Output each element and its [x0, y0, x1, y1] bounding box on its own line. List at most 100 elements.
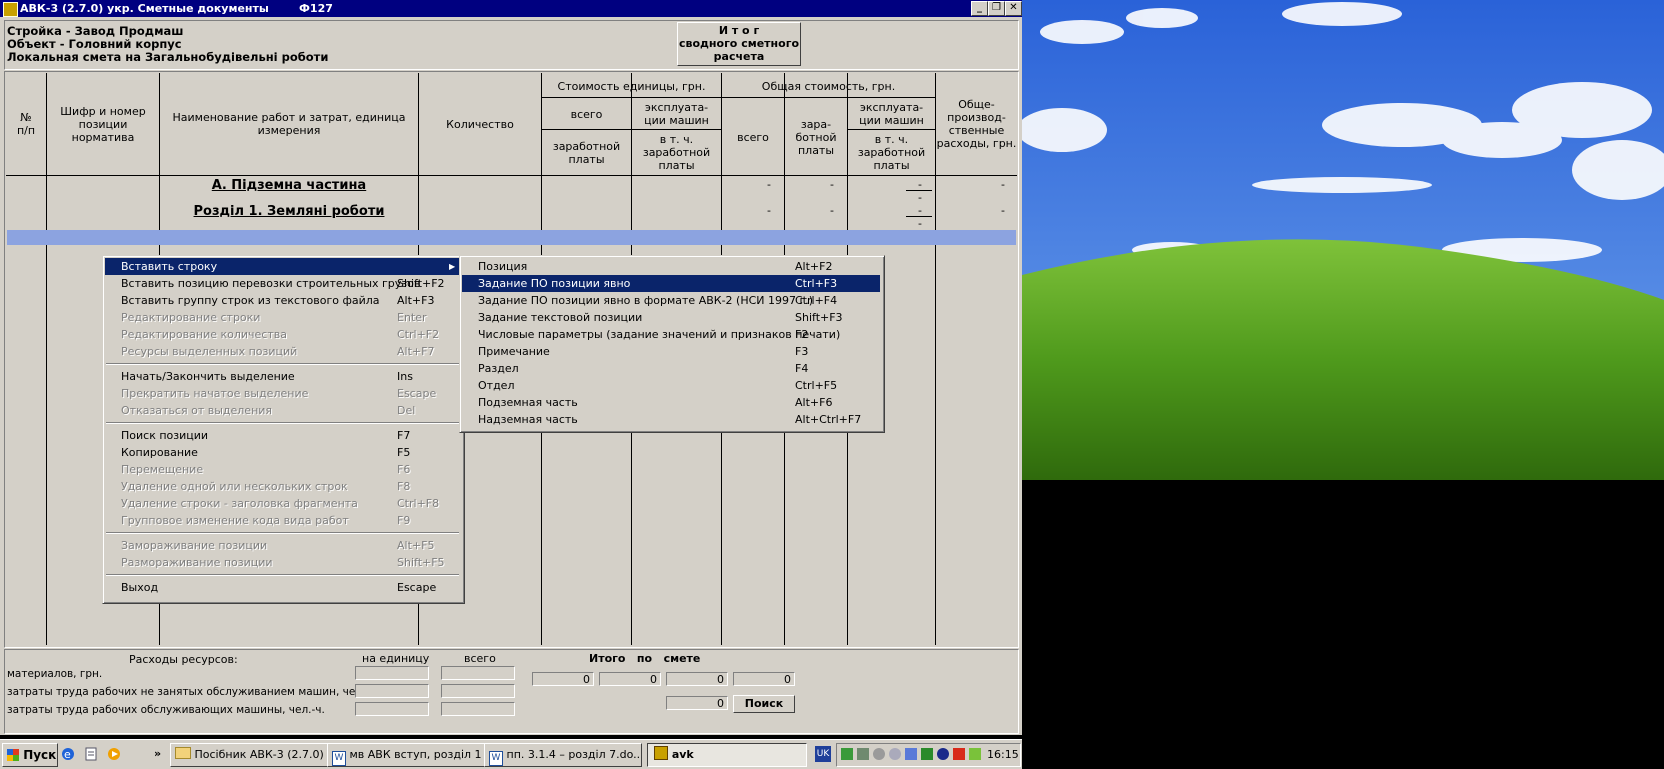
menu-item-label: Вставить позицию перевозки строительных … — [121, 277, 421, 290]
tray-icon[interactable] — [937, 748, 949, 760]
menu-item-label: Отказаться от выделения — [121, 404, 273, 417]
context-menu-item: Прекратить начатое выделение Escape — [105, 385, 460, 402]
notepad-icon[interactable] — [83, 743, 99, 765]
submenu-item[interactable]: Подземная часть Alt+F6 — [462, 394, 880, 411]
total-field-3[interactable]: 0 — [666, 672, 728, 686]
context-menu-item[interactable]: Поиск позиции F7 — [105, 427, 460, 444]
context-menu-item: Перемещение F6 — [105, 461, 460, 478]
table-row-title[interactable]: Розділ 1. Земляні роботи — [160, 204, 418, 219]
language-indicator[interactable]: UK — [815, 746, 831, 762]
menu-separator — [106, 422, 459, 424]
menu-item-shortcut: F3 — [795, 345, 809, 358]
submenu-item[interactable]: Задание ПО позиции явно Ctrl+F3 — [462, 275, 880, 292]
col-code-header: Шифр и номер позиции норматива — [60, 105, 146, 144]
menu-item-shortcut: Ctrl+F4 — [795, 294, 838, 307]
minimize-button[interactable]: _ — [971, 1, 988, 16]
menu-item-label: Выход — [121, 581, 159, 594]
context-menu-item[interactable]: Вставить строку ▶ — [105, 258, 460, 275]
menu-item-shortcut: F2 — [795, 328, 809, 341]
submenu-item[interactable]: Примечание F3 — [462, 343, 880, 360]
context-menu-item[interactable]: Вставить группу строк из текстового файл… — [105, 292, 460, 309]
taskbar: Пуск e » Посібник АВК-3 (2.7.0) W мв АВК… — [0, 739, 1022, 769]
menu-separator — [106, 574, 459, 576]
tray-icon[interactable] — [953, 748, 965, 760]
materials-unit-field[interactable] — [355, 666, 429, 680]
tray-icon[interactable] — [841, 748, 853, 760]
taskbar-item[interactable]: Посібник АВК-3 (2.7.0) — [170, 743, 328, 767]
selected-row[interactable] — [7, 230, 1016, 245]
menu-item-shortcut: Enter — [397, 311, 427, 324]
cell-dash: - — [830, 204, 834, 217]
media-player-icon[interactable] — [106, 743, 122, 765]
total-field-2[interactable]: 0 — [599, 672, 661, 686]
machine-labor-total-field[interactable] — [441, 702, 515, 716]
menu-item-shortcut: F8 — [397, 480, 411, 493]
word-document-icon: W — [489, 751, 503, 766]
itog-line2: сводного сметного — [678, 37, 800, 50]
submenu-item[interactable]: Надземная часть Alt+Ctrl+F7 — [462, 411, 880, 428]
labor-unit-field[interactable] — [355, 684, 429, 698]
submenu-item[interactable]: Позиция Alt+F2 — [462, 258, 880, 275]
context-menu-item: Редактирование строки Enter — [105, 309, 460, 326]
submenu-item[interactable]: Отдел Ctrl+F5 — [462, 377, 880, 394]
folder-icon — [175, 747, 191, 759]
menu-item-shortcut: Escape — [397, 387, 437, 400]
total-field-1[interactable]: 0 — [532, 672, 594, 686]
menu-item-shortcut: Ctrl+F5 — [795, 379, 838, 392]
title-bar: АВК-3 (2.7.0) укр. Сметные документы Ф12… — [0, 0, 1022, 17]
taskbar-item[interactable]: W пп. 3.1.4 – розділ 7.do... — [484, 743, 642, 767]
submenu-item[interactable]: Раздел F4 — [462, 360, 880, 377]
col-unit-total-header: всего — [570, 108, 603, 121]
table-row-title[interactable]: А. Підземна частина — [160, 178, 418, 193]
tray-icon[interactable] — [969, 748, 981, 760]
labor-total-field[interactable] — [441, 684, 515, 698]
col-name-header: Наименование работ и затрат, единица изме… — [172, 111, 406, 137]
tray-icon[interactable] — [873, 748, 885, 760]
machine-labor-unit-field[interactable] — [355, 702, 429, 716]
taskbar-item-label: Посібник АВК-3 (2.7.0) — [194, 748, 324, 761]
tray-icon[interactable] — [857, 748, 869, 760]
context-menu-item[interactable]: Начать/Закончить выделение Ins — [105, 368, 460, 385]
menu-item-label: Редактирование количества — [121, 328, 287, 341]
tray-icon[interactable] — [889, 748, 901, 760]
windows-flag-icon — [7, 749, 19, 761]
cell-dash: - — [1001, 178, 1005, 191]
menu-item-shortcut: Alt+F2 — [795, 260, 833, 273]
tray-icon[interactable] — [905, 748, 917, 760]
submenu-arrow-icon: ▶ — [449, 262, 456, 271]
submenu-item[interactable]: Числовые параметры (задание значений и п… — [462, 326, 880, 343]
context-menu-item[interactable]: Копирование F5 — [105, 444, 460, 461]
context-menu-item[interactable]: Выход Escape — [105, 579, 460, 596]
close-button[interactable]: ✕ — [1005, 1, 1022, 16]
submenu-item[interactable]: Задание ПО позиции явно в формате АВК-2 … — [462, 292, 880, 309]
context-menu-item: Редактирование количества Ctrl+F2 — [105, 326, 460, 343]
submenu-item[interactable]: Задание текстовой позиции Shift+F3 — [462, 309, 880, 326]
insert-row-submenu: Позиция Alt+F2 Задание ПО позиции явно Ctrl… — [459, 255, 885, 433]
materials-total-field[interactable] — [441, 666, 515, 680]
taskbar-item-active[interactable]: avk — [647, 743, 807, 767]
restore-button[interactable]: ❐ — [988, 1, 1005, 16]
menu-item-shortcut: Ins — [397, 370, 413, 383]
ie-icon[interactable]: e — [60, 743, 76, 765]
search-button[interactable]: Поиск — [733, 695, 795, 713]
start-button[interactable]: Пуск — [2, 743, 58, 767]
itog-button[interactable]: И т о г сводного сметного расчета — [677, 22, 801, 66]
cell-dash: - — [767, 178, 771, 191]
desktop-wallpaper — [1022, 0, 1664, 480]
menu-item-shortcut: Alt+F7 — [397, 345, 435, 358]
taskbar-overflow-button[interactable]: » — [154, 743, 164, 765]
menu-item-label: Редактирование строки — [121, 311, 261, 324]
context-menu-item[interactable]: Вставить позицию перевозки строительных … — [105, 275, 460, 292]
taskbar-item[interactable]: W мв АВК вступ, розділ 1 ... — [327, 743, 485, 767]
menu-item-label: Перемещение — [121, 463, 204, 476]
menu-item-label: Размораживание позиции — [121, 556, 273, 569]
total-field-4[interactable]: 0 — [733, 672, 795, 686]
menu-item-shortcut: F4 — [795, 362, 809, 375]
total-field-5[interactable]: 0 — [666, 696, 728, 710]
menu-item-label: Примечание — [478, 345, 550, 358]
menu-item-shortcut: Alt+Ctrl+F7 — [795, 413, 862, 426]
col-overhead-header: Обще-производ-ственные расходы, грн. — [936, 98, 1017, 150]
tray-icon[interactable] — [921, 748, 933, 760]
context-menu-item: Удаление строки - заголовка фрагмента Ctr… — [105, 495, 460, 512]
menu-item-shortcut: Alt+F6 — [795, 396, 833, 409]
